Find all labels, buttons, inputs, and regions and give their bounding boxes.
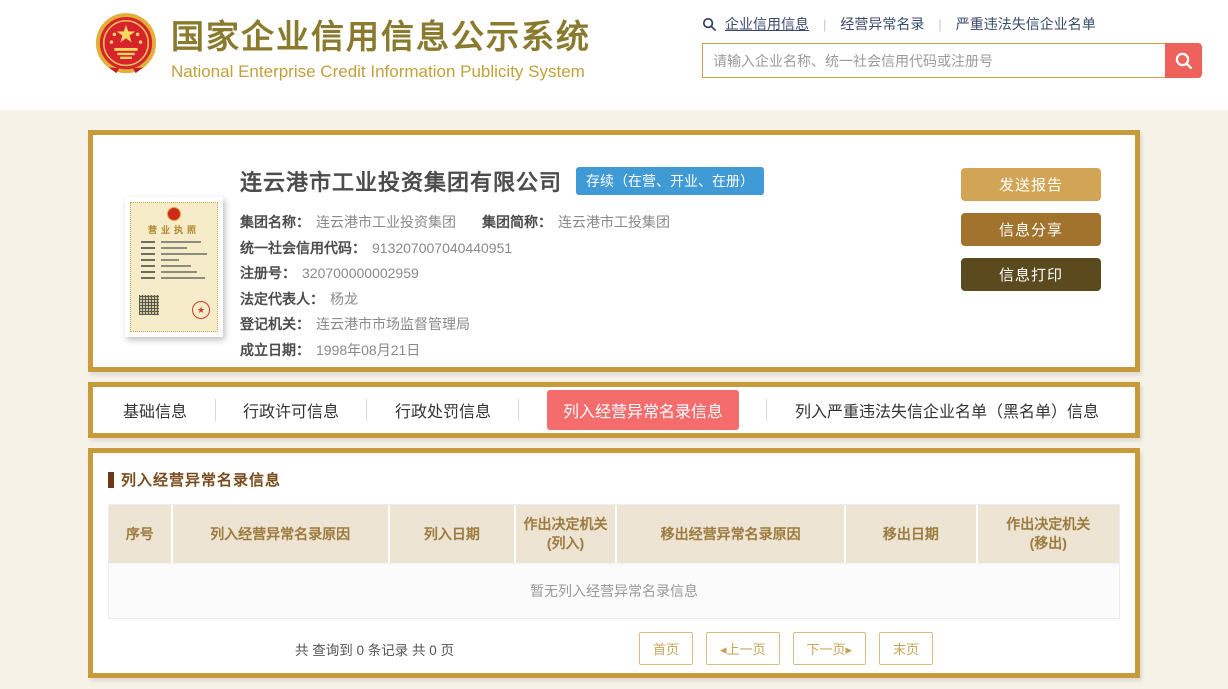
field-label: 登记机关： [240,316,310,332]
pagination-summary: 共 查询到 0 条记录 共 0 页 [295,639,454,659]
field-value: 杨龙 [330,291,358,307]
national-emblem-logo [95,13,157,79]
nav-separator: | [823,17,826,32]
field-label: 注册号： [240,265,296,281]
share-info-button[interactable]: 信息分享 [961,213,1101,246]
column-header-entry-date: 列入日期 [390,505,516,563]
company-name: 连云港市工业投资集团有限公司 [240,165,562,197]
search-input[interactable] [702,43,1165,78]
site-title-en: National Enterprise Credit Information P… [171,62,591,82]
send-report-button[interactable]: 发送报告 [961,168,1101,201]
info-row-regno: 注册号： 320700000002959 [240,261,764,287]
column-header-removal-reason: 移出经营异常名录原因 [617,505,846,563]
column-header-removal-date: 移出日期 [846,505,977,563]
page-content: 营业执照 ★ 连云港市工业投资集团有限公司 存续（在营、开业、在册） [0,110,1228,678]
records-table: 序号 列入经营异常名录原因 列入日期 作出决定机关 (列入) 移出经营异常名录原… [108,504,1120,619]
search-icon [702,17,717,32]
nav-link-credit-info[interactable]: 企业信用信息 [725,14,809,34]
license-title: 营业执照 [148,223,200,236]
prev-page-button[interactable]: ◂上一页 [706,632,780,665]
info-row-uscc: 统一社会信用代码： 913207007040440951 [240,236,764,262]
field-label: 统一社会信用代码： [240,240,366,256]
field-value: 连云港市市场监督管理局 [316,316,470,332]
nav-link-illegal-list[interactable]: 严重违法失信企业名单 [956,14,1096,34]
column-header-entry-reason: 列入经营异常名录原因 [173,505,390,563]
search-button[interactable] [1165,43,1202,78]
action-buttons: 发送报告 信息分享 信息打印 [961,168,1101,291]
tab-separator [366,399,367,421]
column-header-entry-authority: 作出决定机关 (列入) [516,505,617,563]
license-emblem-icon [167,207,181,221]
company-main: 连云港市工业投资集团有限公司 存续（在营、开业、在册） 集团名称： 连云港市工业投… [240,165,764,364]
header-right: 企业信用信息 | 经营异常名录 | 严重违法失信企业名单 [702,13,1202,78]
pagination: 共 查询到 0 条记录 共 0 页 首页 ◂上一页 下一页▸ 末页 [108,632,1120,665]
field-value: 连云港市工业投资集团 [316,214,456,230]
column-header-removal-authority: 作出决定机关 (移出) [978,505,1119,563]
column-header-seq: 序号 [109,505,173,563]
pagination-buttons: 首页 ◂上一页 下一页▸ 末页 [639,632,933,665]
brand: 国家企业信用信息公示系统 National Enterprise Credit … [95,10,591,82]
site-header: 国家企业信用信息公示系统 National Enterprise Credit … [0,0,1228,110]
field-label: 成立日期： [240,342,310,358]
company-panel: 营业执照 ★ 连云港市工业投资集团有限公司 存续（在营、开业、在册） [88,130,1140,372]
site-title-cn: 国家企业信用信息公示系统 [171,10,591,58]
tab-blacklist[interactable]: 列入严重违法失信企业名单（黑名单）信息 [795,398,1099,422]
tab-abnormal-list[interactable]: 列入经营异常名录信息 [547,390,739,430]
last-page-button[interactable]: 末页 [879,632,933,665]
section-marker [108,472,114,488]
field-value: 913207007040440951 [372,240,512,256]
license-text-lines [141,241,206,283]
status-badge: 存续（在营、开业、在册） [576,167,764,195]
info-row-group: 集团名称： 连云港市工业投资集团 集团简称： 连云港市工投集团 [240,210,764,236]
info-row-founded: 成立日期： 1998年08月21日 [240,338,764,364]
field-label: 集团简称： [482,214,552,230]
abnormal-records-panel: 列入经营异常名录信息 序号 列入经营异常名录原因 列入日期 作出决定机关 (列入… [88,448,1140,678]
print-info-button[interactable]: 信息打印 [961,258,1101,291]
quick-nav: 企业信用信息 | 经营异常名录 | 严重违法失信企业名单 [702,13,1202,35]
tab-separator [215,399,216,421]
magnifier-icon [1174,51,1194,71]
field-value: 连云港市工投集团 [558,214,670,230]
tabs-bar: 基础信息 行政许可信息 行政处罚信息 列入经营异常名录信息 列入严重违法失信企业… [88,382,1140,438]
tab-separator [518,399,519,421]
field-value: 1998年08月21日 [316,342,420,358]
field-label: 集团名称： [240,214,310,230]
info-row-legal-rep: 法定代表人： 杨龙 [240,287,764,313]
tab-separator [766,399,767,421]
company-info-rows: 集团名称： 连云港市工业投资集团 集团简称： 连云港市工投集团 统一社会信用代码： 91… [240,210,764,364]
tab-admin-license[interactable]: 行政许可信息 [243,398,339,422]
field-value: 320700000002959 [302,265,419,281]
first-page-button[interactable]: 首页 [639,632,693,665]
table-empty-state: 暂无列入经营异常名录信息 [109,563,1119,618]
info-row-authority: 登记机关： 连云港市市场监督管理局 [240,312,764,338]
brand-text: 国家企业信用信息公示系统 National Enterprise Credit … [171,10,591,82]
nav-link-abnormal-list[interactable]: 经营异常名录 [840,14,924,34]
business-license-image: 营业执照 ★ [125,197,223,337]
table-header-row: 序号 列入经营异常名录原因 列入日期 作出决定机关 (列入) 移出经营异常名录原… [109,505,1119,563]
nav-separator: | [938,17,941,32]
section-title-text: 列入经营异常名录信息 [121,469,281,490]
tab-admin-penalty[interactable]: 行政处罚信息 [395,398,491,422]
business-license-card: 营业执照 ★ [130,202,218,332]
license-qr-code [139,295,159,315]
license-seal-icon: ★ [192,301,210,319]
tab-basic-info[interactable]: 基础信息 [123,398,187,422]
search-bar [702,43,1202,78]
next-page-button[interactable]: 下一页▸ [793,632,867,665]
section-title: 列入经营异常名录信息 [108,469,1120,490]
field-label: 法定代表人： [240,291,324,307]
